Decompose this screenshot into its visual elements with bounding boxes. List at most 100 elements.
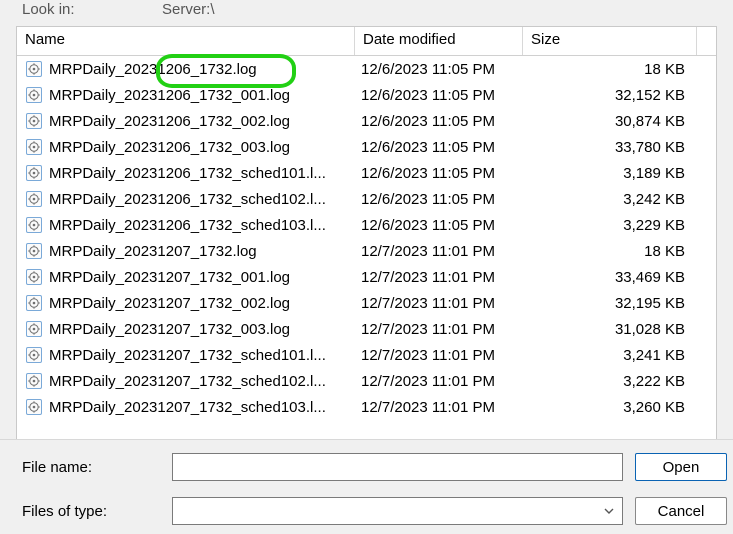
file-date: 12/6/2023 11:05 PM <box>355 61 523 78</box>
filetype-combo[interactable] <box>172 497 623 525</box>
file-row[interactable]: MRPDaily_20231207_1732_003.log 12/7/2023 … <box>17 316 716 342</box>
file-row[interactable]: MRPDaily_20231206_1732_sched101.l... 12/6… <box>17 160 716 186</box>
header-size[interactable]: Size <box>523 27 697 55</box>
filename-input[interactable] <box>172 453 623 481</box>
file-size: 3,260 KB <box>523 399 697 416</box>
file-size: 18 KB <box>523 243 697 260</box>
file-row[interactable]: MRPDaily_20231206_1732_003.log 12/6/2023 … <box>17 134 716 160</box>
file-row[interactable]: MRPDaily_20231207_1732_001.log 12/7/2023 … <box>17 264 716 290</box>
header-name[interactable]: Name <box>17 27 355 55</box>
log-file-icon <box>25 164 43 182</box>
file-name-cell[interactable]: MRPDaily_20231206_1732_001.log <box>17 86 355 104</box>
dialog-bottom-bar: File name: Open Files of type: Cancel <box>0 439 733 534</box>
file-row[interactable]: MRPDaily_20231206_1732_sched103.l... 12/6… <box>17 212 716 238</box>
file-name-cell[interactable]: MRPDaily_20231207_1732_sched103.l... <box>17 398 355 416</box>
cancel-button[interactable]: Cancel <box>635 497 727 525</box>
file-name: MRPDaily_20231206_1732_sched101.l... <box>49 165 349 182</box>
log-file-icon <box>25 216 43 234</box>
file-date: 12/7/2023 11:01 PM <box>355 243 523 260</box>
file-list-header: Name Date modified Size <box>17 27 716 56</box>
file-name: MRPDaily_20231206_1732_003.log <box>49 139 349 156</box>
file-size: 33,469 KB <box>523 269 697 286</box>
file-size: 30,874 KB <box>523 113 697 130</box>
log-file-icon <box>25 112 43 130</box>
file-size: 32,152 KB <box>523 87 697 104</box>
file-date: 12/7/2023 11:01 PM <box>355 269 523 286</box>
file-list-body[interactable]: MRPDaily_20231206_1732.log 12/6/2023 11:0… <box>17 56 716 452</box>
file-open-dialog: Look in: Server:\ Name Date modified Siz… <box>0 0 733 534</box>
file-size: 3,241 KB <box>523 347 697 364</box>
filename-label: File name: <box>6 459 172 476</box>
file-date: 12/7/2023 11:01 PM <box>355 347 523 364</box>
header-date[interactable]: Date modified <box>355 27 523 55</box>
file-row[interactable]: MRPDaily_20231207_1732_sched102.l... 12/7… <box>17 368 716 394</box>
file-date: 12/6/2023 11:05 PM <box>355 217 523 234</box>
log-file-icon <box>25 268 43 286</box>
log-file-icon <box>25 294 43 312</box>
file-name: MRPDaily_20231206_1732_001.log <box>49 87 349 104</box>
log-file-icon <box>25 398 43 416</box>
file-name: MRPDaily_20231207_1732.log <box>49 243 349 260</box>
file-name: MRPDaily_20231207_1732_003.log <box>49 321 349 338</box>
file-name-cell[interactable]: MRPDaily_20231207_1732_001.log <box>17 268 355 286</box>
file-name: MRPDaily_20231206_1732_sched103.l... <box>49 217 349 234</box>
open-button[interactable]: Open <box>635 453 727 481</box>
file-name: MRPDaily_20231207_1732_sched103.l... <box>49 399 349 416</box>
file-row[interactable]: MRPDaily_20231206_1732_sched102.l... 12/6… <box>17 186 716 212</box>
file-size: 3,189 KB <box>523 165 697 182</box>
file-name: MRPDaily_20231207_1732_sched102.l... <box>49 373 349 390</box>
file-name-cell[interactable]: MRPDaily_20231207_1732_003.log <box>17 320 355 338</box>
file-size: 3,222 KB <box>523 373 697 390</box>
look-in-row: Look in: Server:\ <box>6 0 727 26</box>
file-row[interactable]: MRPDaily_20231206_1732.log 12/6/2023 11:0… <box>17 56 716 82</box>
chevron-down-icon <box>600 500 618 522</box>
file-name-cell[interactable]: MRPDaily_20231207_1732_sched102.l... <box>17 372 355 390</box>
file-name-cell[interactable]: MRPDaily_20231206_1732_sched102.l... <box>17 190 355 208</box>
file-name: MRPDaily_20231206_1732_sched102.l... <box>49 191 349 208</box>
file-name-cell[interactable]: MRPDaily_20231207_1732_002.log <box>17 294 355 312</box>
file-name-cell[interactable]: MRPDaily_20231207_1732.log <box>17 242 355 260</box>
log-file-icon <box>25 320 43 338</box>
file-date: 12/7/2023 11:01 PM <box>355 373 523 390</box>
file-date: 12/6/2023 11:05 PM <box>355 139 523 156</box>
file-date: 12/7/2023 11:01 PM <box>355 321 523 338</box>
filetype-label: Files of type: <box>6 503 172 520</box>
file-name: MRPDaily_20231206_1732_002.log <box>49 113 349 130</box>
look-in-value: Server:\ <box>162 1 215 18</box>
file-name: MRPDaily_20231207_1732_001.log <box>49 269 349 286</box>
file-row[interactable]: MRPDaily_20231207_1732.log 12/7/2023 11:0… <box>17 238 716 264</box>
file-row[interactable]: MRPDaily_20231207_1732_002.log 12/7/2023 … <box>17 290 716 316</box>
file-row[interactable]: MRPDaily_20231207_1732_sched103.l... 12/7… <box>17 394 716 420</box>
file-list: Name Date modified Size MRPDaily_2023120… <box>16 26 717 454</box>
look-in-label: Look in: <box>22 1 162 18</box>
log-file-icon <box>25 60 43 78</box>
log-file-icon <box>25 242 43 260</box>
file-row[interactable]: MRPDaily_20231206_1732_001.log 12/6/2023 … <box>17 82 716 108</box>
file-name-cell[interactable]: MRPDaily_20231206_1732_002.log <box>17 112 355 130</box>
log-file-icon <box>25 346 43 364</box>
file-row[interactable]: MRPDaily_20231207_1732_sched101.l...12/7… <box>17 342 716 368</box>
file-size: 18 KB <box>523 61 697 78</box>
log-file-icon <box>25 372 43 390</box>
file-name-cell[interactable]: MRPDaily_20231206_1732_sched101.l... <box>17 164 355 182</box>
file-date: 12/7/2023 11:01 PM <box>355 399 523 416</box>
file-size: 3,242 KB <box>523 191 697 208</box>
file-name-cell[interactable]: MRPDaily_20231206_1732_003.log <box>17 138 355 156</box>
file-name-cell[interactable]: MRPDaily_20231207_1732_sched101.l... <box>17 346 355 364</box>
file-date: 12/6/2023 11:05 PM <box>355 165 523 182</box>
log-file-icon <box>25 138 43 156</box>
file-size: 3,229 KB <box>523 217 697 234</box>
file-name: MRPDaily_20231207_1732_002.log <box>49 295 349 312</box>
file-date: 12/6/2023 11:05 PM <box>355 113 523 130</box>
file-row[interactable]: MRPDaily_20231206_1732_002.log 12/6/2023 … <box>17 108 716 134</box>
file-date: 12/6/2023 11:05 PM <box>355 87 523 104</box>
file-size: 31,028 KB <box>523 321 697 338</box>
file-name-cell[interactable]: MRPDaily_20231206_1732_sched103.l... <box>17 216 355 234</box>
file-date: 12/6/2023 11:05 PM <box>355 191 523 208</box>
log-file-icon <box>25 86 43 104</box>
file-date: 12/7/2023 11:01 PM <box>355 295 523 312</box>
file-name-cell[interactable]: MRPDaily_20231206_1732.log <box>17 60 355 78</box>
file-name: MRPDaily_20231206_1732.log <box>49 61 349 78</box>
header-extra <box>697 27 716 55</box>
file-size: 33,780 KB <box>523 139 697 156</box>
